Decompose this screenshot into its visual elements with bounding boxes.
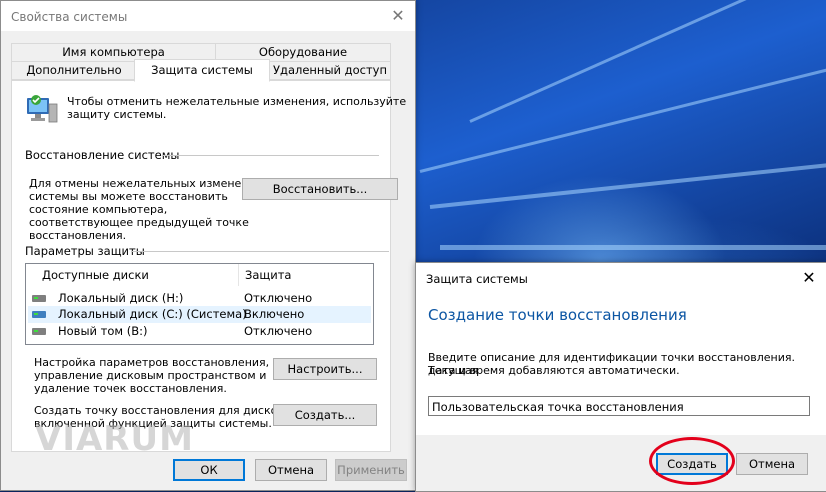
drive-row-c[interactable]: Локальный диск (C:) (Система) Включено <box>28 306 371 323</box>
restore-text-line3: состояние компьютера, <box>29 203 168 216</box>
restore-button[interactable]: Восстановить... <box>242 178 398 200</box>
title-bar: Свойства системы ✕ <box>1 1 415 31</box>
light-beam <box>440 245 826 250</box>
drive-name: Локальный диск (C:) (Система) <box>58 307 247 321</box>
configure-text-line3: удаление точек восстановления. <box>34 382 227 395</box>
highlight-circle <box>649 437 735 485</box>
params-section-label: Параметры защиты <box>25 244 145 258</box>
column-header-protection[interactable]: Защита <box>238 264 291 286</box>
drive-status: Отключено <box>244 291 313 305</box>
restore-text-line5: восстановления. <box>29 229 127 242</box>
window-title: Свойства системы <box>11 10 128 24</box>
restore-point-description-input[interactable]: Пользовательская точка восстановления <box>428 396 810 416</box>
section-divider <box>131 251 389 252</box>
apply-button[interactable]: Применить <box>335 459 407 481</box>
system-properties-window: Свойства системы ✕ Имя компьютера Оборуд… <box>0 0 416 491</box>
ok-button[interactable]: ОК <box>173 459 245 481</box>
create-restore-point-dialog: Защита системы ✕ Создание точки восстано… <box>415 262 826 492</box>
drive-status: Включено <box>244 307 305 321</box>
create-restore-point-button[interactable]: Создать... <box>273 404 377 426</box>
restore-section-label: Восстановление системы <box>25 148 180 162</box>
column-header-drives[interactable]: Доступные диски <box>42 264 149 286</box>
dialog-heading: Создание точки восстановления <box>428 306 687 324</box>
drives-list[interactable]: Доступные диски Защита Локальный диск (H… <box>25 263 374 345</box>
tab-remote-access[interactable]: Удаленный доступ <box>269 61 391 80</box>
tab-system-protection[interactable]: Защита системы <box>134 59 270 82</box>
configure-text-line2: управление дисковым пространством и <box>34 369 267 382</box>
description-line2: дата и время добавляются автоматически. <box>428 364 680 377</box>
cancel-button[interactable]: Отмена <box>736 453 808 475</box>
restore-text-line2: системы вы можете восстановить <box>29 190 228 203</box>
section-divider <box>163 155 379 156</box>
configure-text-line1: Настройка параметров восстановления, <box>34 356 270 369</box>
drive-icon <box>32 295 46 302</box>
watermark-logo: VIARUM <box>35 419 194 459</box>
system-drive-icon <box>32 311 46 318</box>
create-text-line1: Создать точку восстановления для дисков … <box>34 404 294 417</box>
dialog-title: Защита системы <box>426 272 528 286</box>
tab-advanced[interactable]: Дополнительно <box>11 61 137 80</box>
close-icon[interactable]: ✕ <box>792 263 826 293</box>
intro-text-line2: защиту системы. <box>67 108 167 121</box>
intro-text-line1: Чтобы отменить нежелательные изменения, … <box>67 95 407 108</box>
drive-name: Локальный диск (H:) <box>58 291 184 305</box>
title-bar: Защита системы ✕ <box>416 263 826 293</box>
drive-row-b[interactable]: Новый том (B:) Отключено <box>28 323 371 340</box>
drive-status: Отключено <box>244 324 313 338</box>
drive-icon <box>32 328 46 335</box>
drive-name: Новый том (B:) <box>58 324 148 338</box>
light-beam <box>429 161 826 209</box>
close-icon[interactable]: ✕ <box>381 1 415 31</box>
light-beam <box>419 68 826 173</box>
system-protection-icon <box>27 95 58 123</box>
drive-row-h[interactable]: Локальный диск (H:) Отключено <box>28 290 371 307</box>
cancel-button[interactable]: Отмена <box>255 459 327 481</box>
restore-text-line1: Для отмены нежелательных изменений <box>29 177 263 190</box>
restore-text-line4: соответствующее предыдущей точке <box>29 216 249 229</box>
configure-button[interactable]: Настроить... <box>273 358 377 380</box>
light-beam <box>469 0 800 123</box>
